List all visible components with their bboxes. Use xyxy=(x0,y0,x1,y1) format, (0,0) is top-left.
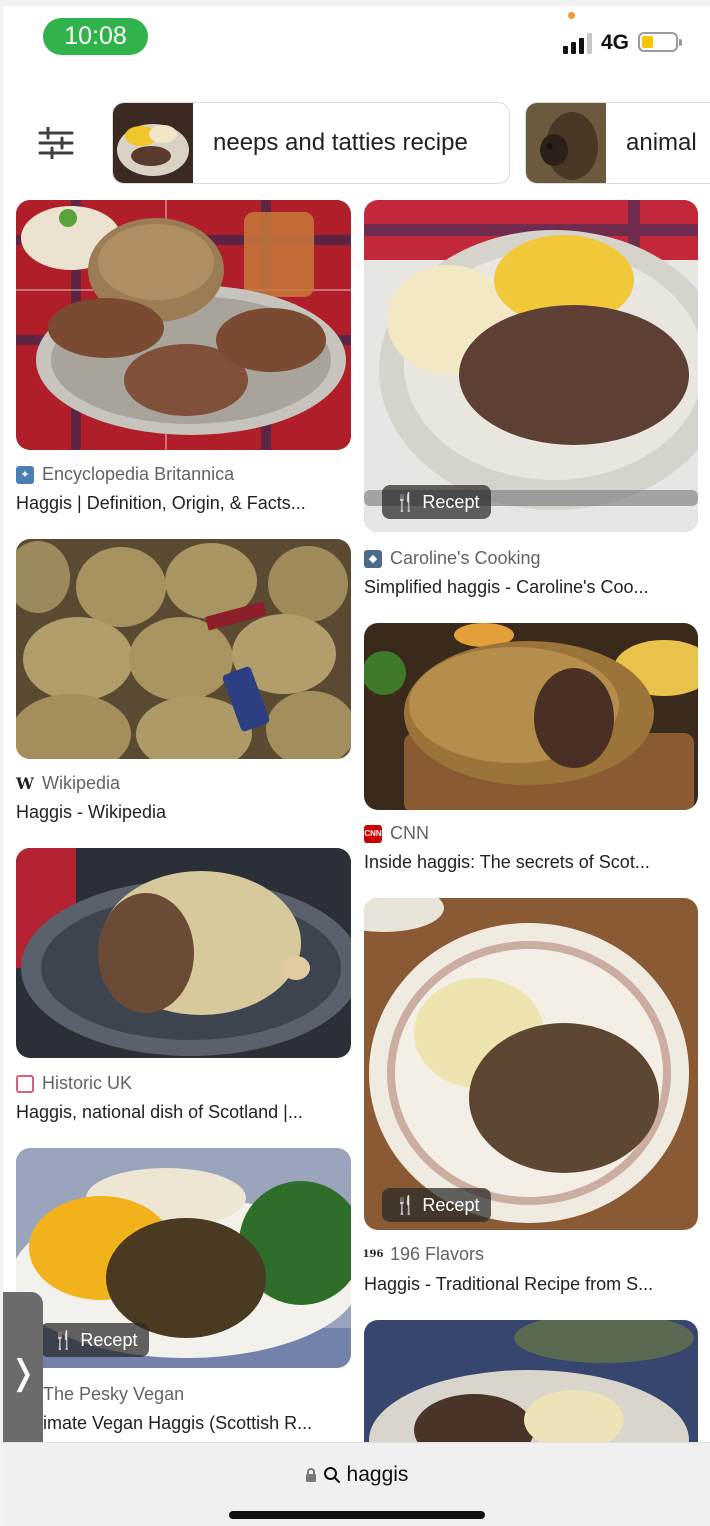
recipe-badge: 🍴 Recept xyxy=(382,485,492,519)
chip-neeps-and-tatties[interactable]: neeps and tatties recipe xyxy=(112,102,510,184)
chip-thumbnail xyxy=(526,103,606,183)
result-source[interactable]: 196 196 Flavors xyxy=(362,1244,484,1265)
related-searches-row: neeps and tatties recipe animal xyxy=(3,102,710,184)
196-flavors-favicon: 196 xyxy=(362,1249,384,1260)
result-title[interactable]: Haggis | Definition, Origin, & Facts... xyxy=(16,493,351,514)
result-source[interactable]: ✦ Encyclopedia Britannica xyxy=(16,464,234,485)
chevron-right-icon: ❭ xyxy=(8,1354,38,1392)
fork-knife-icon: 🍴 xyxy=(52,1329,75,1350)
network-type: 4G xyxy=(601,31,630,54)
result-image-partial[interactable] xyxy=(364,1320,698,1460)
filter-button[interactable] xyxy=(25,112,87,174)
result-title[interactable]: Simplified haggis - Caroline's Coo... xyxy=(364,577,698,598)
result-source[interactable]: ◆ Caroline's Cooking xyxy=(364,548,541,569)
side-tab-toggle[interactable]: ❭ xyxy=(3,1292,43,1454)
result-source[interactable]: Historic UK xyxy=(16,1073,132,1094)
result-image-carolines-cooking[interactable]: 🍴 Recept xyxy=(364,200,698,532)
lock-icon xyxy=(305,1468,316,1482)
result-source[interactable]: W Wikipedia xyxy=(16,773,120,794)
result-title[interactable]: Inside haggis: The secrets of Scot... xyxy=(364,852,698,873)
result-title[interactable]: Haggis - Wikipedia xyxy=(16,802,351,823)
result-image-196-flavors[interactable]: 🍴 Recept xyxy=(364,898,698,1230)
result-source[interactable]: CNN CNN xyxy=(364,823,429,844)
status-bar: 10:08 4G xyxy=(3,6,710,86)
url-display[interactable]: haggis xyxy=(3,1463,710,1487)
fork-knife-icon: 🍴 xyxy=(394,1194,417,1215)
chip-label: neeps and tatties recipe xyxy=(213,129,468,156)
fork-knife-icon: 🍴 xyxy=(394,491,417,512)
result-image-pesky-vegan[interactable]: 🍴 Recept xyxy=(16,1148,351,1368)
clock: 10:08 xyxy=(43,18,148,55)
chip-thumbnail xyxy=(113,103,193,183)
result-title[interactable]: imate Vegan Haggis (Scottish R... xyxy=(43,1413,351,1434)
chip-animal[interactable]: animal xyxy=(525,102,710,184)
home-indicator xyxy=(229,1511,485,1519)
privacy-indicator xyxy=(568,12,575,19)
result-source[interactable]: The Pesky Vegan xyxy=(43,1384,184,1405)
wikipedia-favicon: W xyxy=(16,774,34,793)
cnn-favicon: CNN xyxy=(364,824,382,843)
result-image-wikipedia[interactable] xyxy=(16,539,351,759)
carolines-cooking-favicon: ◆ xyxy=(364,549,382,568)
result-title[interactable]: Haggis, national dish of Scotland |... xyxy=(16,1102,351,1123)
recipe-badge: 🍴 Recept xyxy=(382,1188,492,1222)
britannica-favicon: ✦ xyxy=(16,465,34,484)
historic-uk-favicon xyxy=(16,1074,34,1093)
recipe-badge: 🍴 Recept xyxy=(40,1323,150,1357)
result-image-britannica[interactable] xyxy=(16,200,351,450)
address-bar[interactable]: haggis xyxy=(3,1442,710,1526)
signal-icon xyxy=(563,32,592,54)
search-icon xyxy=(323,1467,340,1483)
sliders-icon xyxy=(38,127,74,159)
result-title[interactable]: Haggis - Traditional Recipe from S... xyxy=(364,1274,698,1295)
search-query: haggis xyxy=(346,1463,409,1486)
phone-screen: 10:08 4G neeps and tatties recipe animal… xyxy=(3,6,710,1526)
result-image-cnn[interactable] xyxy=(364,623,698,810)
battery-icon xyxy=(638,32,682,52)
chip-label: animal xyxy=(626,129,697,156)
result-image-historic-uk[interactable] xyxy=(16,848,351,1058)
